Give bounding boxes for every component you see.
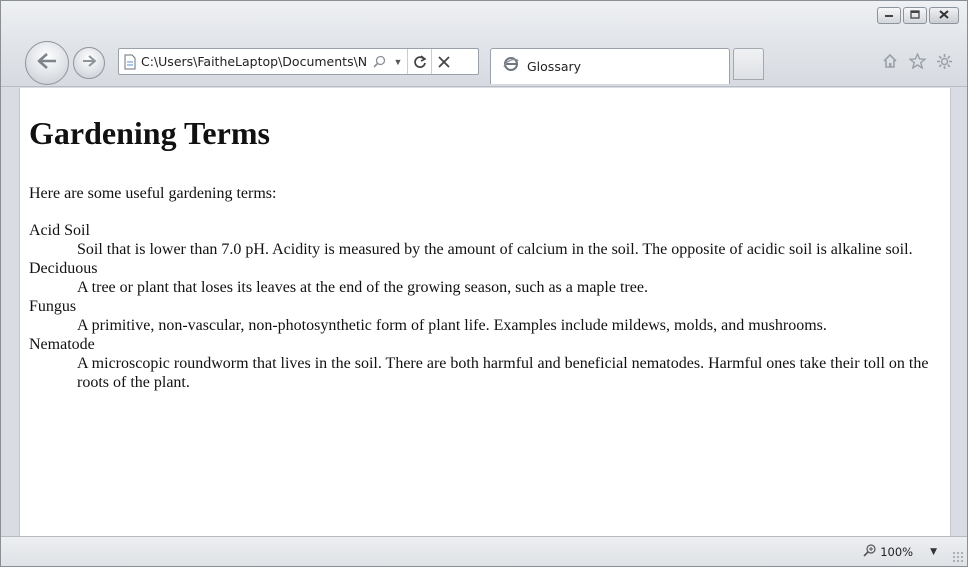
chevron-down-icon[interactable]: ▼	[930, 547, 937, 557]
address-input[interactable]: C:\Users\FaitheLaptop\Documents\N	[141, 54, 369, 69]
status-bar: 100% ▼	[1, 536, 967, 566]
gear-icon[interactable]	[935, 52, 953, 70]
window-controls	[877, 7, 959, 24]
resize-grip[interactable]	[952, 551, 964, 563]
page-title: Gardening Terms	[29, 115, 270, 151]
maximize-icon	[910, 9, 920, 22]
zoom-control[interactable]: 100% ▼	[863, 544, 937, 560]
zoom-icon	[863, 544, 877, 560]
glossary-term: Acid Soil	[29, 222, 90, 239]
tab-label: Glossary	[527, 59, 582, 74]
home-icon[interactable]	[881, 52, 899, 70]
new-tab-button[interactable]	[733, 48, 764, 80]
glossary-list: Acid Soil Soil that is lower than 7.0 pH…	[29, 221, 939, 392]
page-content: Gardening Terms Here are some useful gar…	[19, 88, 951, 536]
browser-window: C:\Users\FaitheLaptop\Documents\N ▼ Glos…	[0, 0, 968, 567]
close-window-button[interactable]	[929, 7, 959, 24]
ie-icon	[503, 56, 519, 77]
minimize-button[interactable]	[877, 7, 901, 24]
page-icon	[119, 49, 141, 74]
back-button[interactable]	[25, 41, 69, 85]
intro-text: Here are some useful gardening terms:	[29, 185, 277, 202]
title-bar: C:\Users\FaitheLaptop\Documents\N ▼ Glos…	[1, 1, 967, 87]
star-icon[interactable]	[908, 52, 926, 70]
glossary-term: Fungus	[29, 298, 77, 315]
forward-button[interactable]	[73, 47, 105, 79]
glossary-term: Deciduous	[29, 260, 98, 277]
command-icons	[881, 52, 953, 70]
glossary-term: Nematode	[29, 336, 95, 353]
chevron-down-icon[interactable]: ▼	[389, 49, 407, 74]
forward-arrow-icon	[81, 54, 97, 73]
address-bar[interactable]: C:\Users\FaitheLaptop\Documents\N ▼	[118, 48, 479, 75]
maximize-button[interactable]	[903, 7, 927, 24]
glossary-definition: A microscopic roundworm that lives in th…	[77, 355, 929, 391]
refresh-icon[interactable]	[407, 49, 431, 74]
close-icon	[939, 9, 949, 22]
tab-glossary[interactable]: Glossary	[490, 48, 730, 84]
back-arrow-icon	[36, 52, 58, 75]
stop-icon[interactable]	[431, 49, 455, 74]
glossary-definition: A tree or plant that loses its leaves at…	[77, 279, 648, 296]
zoom-level: 100%	[880, 545, 914, 559]
glossary-definition: Soil that is lower than 7.0 pH. Acidity …	[77, 241, 913, 258]
glossary-definition: A primitive, non-vascular, non-photosynt…	[77, 317, 827, 334]
search-icon[interactable]	[369, 49, 389, 74]
minimize-icon	[884, 10, 894, 21]
